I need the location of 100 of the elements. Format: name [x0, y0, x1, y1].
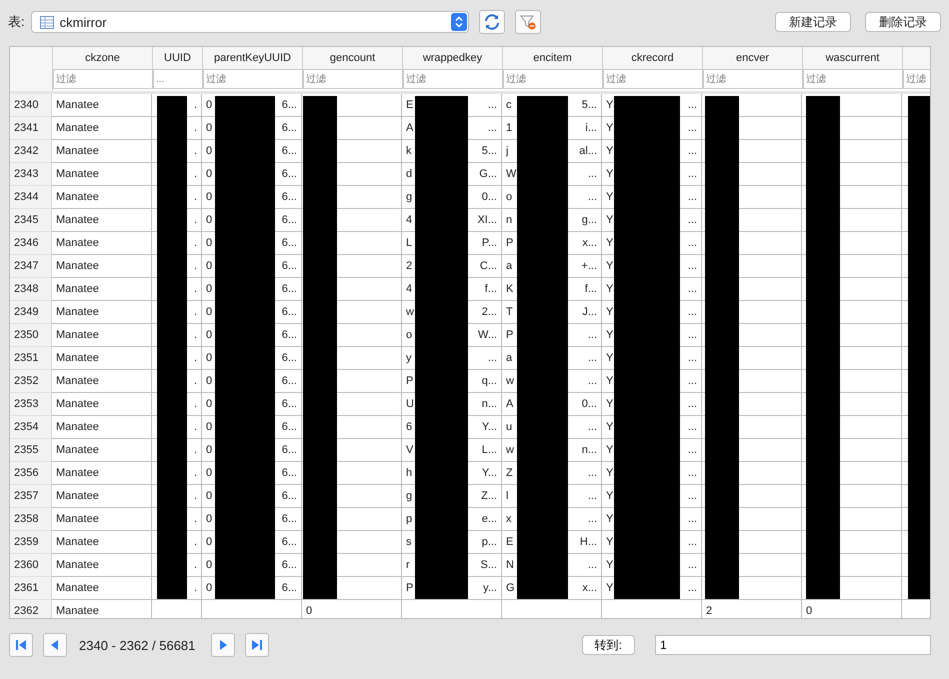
table-cell: Manatee — [56, 582, 99, 594]
delete-record-button[interactable]: 删除记录 — [865, 12, 941, 32]
previous-page-button[interactable] — [43, 633, 67, 657]
clear-filter-button[interactable] — [514, 10, 541, 34]
table-cell: Y — [606, 260, 614, 272]
table-cell: 6... — [282, 536, 297, 548]
row-number: 2351 — [10, 347, 52, 370]
table-cell: T — [506, 306, 513, 318]
table-cell: ... — [588, 490, 597, 502]
table-cell: 6... — [282, 375, 297, 387]
table-cell: 6... — [282, 306, 297, 318]
table-cell: L — [406, 237, 412, 249]
table-cell: . — [194, 306, 197, 318]
table-cell: 6... — [282, 145, 297, 157]
table-cell: P... — [482, 237, 497, 249]
filter-field[interactable]: 过滤 — [503, 69, 603, 89]
table-cell: 6 — [406, 421, 412, 433]
table-cell: Manatee — [56, 559, 99, 571]
table-cell: ... — [588, 168, 597, 180]
table-dropdown[interactable]: ckmirror — [30, 11, 469, 33]
table-cell: G... — [479, 168, 497, 180]
row-number: 2352 — [10, 370, 52, 393]
table-cell: x... — [582, 582, 597, 594]
table-cell: h — [406, 467, 412, 479]
table-cell: 6... — [282, 352, 297, 364]
filter-field[interactable]: 过滤 — [603, 69, 703, 89]
table-cell: Y — [606, 214, 614, 226]
filter-field[interactable]: 过滤 — [303, 69, 403, 89]
table-cell: Y — [606, 444, 614, 456]
new-record-button[interactable]: 新建记录 — [775, 12, 851, 32]
table-cell: k — [406, 145, 412, 157]
table-cell: u — [506, 421, 512, 433]
table-cell: . — [194, 513, 197, 525]
table-cell: Y — [606, 559, 614, 571]
goto-field[interactable]: 1 — [655, 635, 931, 655]
table-cell: ... — [588, 352, 597, 364]
table-cell: ... — [688, 237, 697, 249]
table-cell: 4 — [406, 283, 412, 295]
table-cell: Z... — [481, 490, 497, 502]
first-page-button[interactable] — [9, 633, 33, 657]
table-cell: A — [406, 122, 414, 134]
table-cell: 0 — [206, 467, 212, 479]
table-cell: H... — [580, 536, 597, 548]
table-cell: . — [194, 559, 197, 571]
table-cell: ... — [488, 352, 497, 364]
table-cell: E — [506, 536, 514, 548]
filter-field[interactable]: 过滤 — [703, 69, 803, 89]
table-cell: e... — [482, 513, 497, 525]
row-number: 2353 — [10, 393, 52, 416]
table-cell: ... — [688, 559, 697, 571]
table-cell: 6... — [282, 237, 297, 249]
table-cell: 2... — [482, 306, 497, 318]
filter-field[interactable]: 过滤 — [203, 69, 303, 89]
table-cell: 6... — [282, 260, 297, 272]
refresh-button[interactable] — [478, 10, 505, 34]
table-cell: 5... — [582, 99, 597, 111]
table-cell: ... — [588, 467, 597, 479]
table-cell: +... — [581, 260, 597, 272]
table-cell: 0 — [206, 306, 212, 318]
last-page-button[interactable] — [245, 633, 270, 657]
table-cell: 0... — [582, 398, 597, 410]
table-cell: Manatee — [56, 421, 99, 433]
table-cell: ... — [688, 513, 697, 525]
table-cell: w — [506, 375, 514, 387]
table-cell: Y — [606, 467, 614, 479]
table-cell: Y — [606, 513, 614, 525]
filter-field[interactable]: 过滤 — [53, 69, 153, 89]
table-cell: j — [506, 145, 508, 157]
table-cell: Manatee — [56, 352, 99, 364]
table-cell: 0 — [206, 490, 212, 502]
table-cell: 0 — [206, 260, 212, 272]
table-cell: Y — [606, 490, 614, 502]
previous-icon — [50, 639, 60, 651]
table-cell: G — [506, 582, 515, 594]
table-cell: 0 — [206, 444, 212, 456]
table-cell: Y — [606, 421, 614, 433]
table-cell: 0 — [206, 99, 212, 111]
next-page-button[interactable] — [211, 633, 236, 657]
table-cell: ... — [588, 191, 597, 203]
goto-button[interactable]: 转到: — [582, 635, 635, 655]
row-number: 2350 — [10, 324, 52, 347]
table-cell: 0 — [206, 536, 212, 548]
table-cell: ... — [688, 99, 697, 111]
table-cell: Y — [606, 145, 614, 157]
table-cell: w — [406, 306, 414, 318]
table-cell: 1 — [506, 122, 512, 134]
row-number: 2349 — [10, 301, 52, 324]
row-number: 2355 — [10, 439, 52, 462]
filter-field[interactable]: 过滤 — [803, 69, 903, 89]
table-cell: Y — [606, 168, 614, 180]
filter-clear-icon — [520, 14, 536, 30]
table-cell: Manatee — [56, 444, 99, 456]
filter-field[interactable]: 过滤 — [903, 69, 930, 89]
table-cell: Y — [606, 191, 614, 203]
table-icon — [40, 16, 54, 28]
table-cell: Manatee — [56, 306, 99, 318]
filter-field[interactable]: ... — [153, 69, 203, 89]
row-number: 2359 — [10, 531, 52, 554]
table-cell: ... — [688, 306, 697, 318]
filter-field[interactable]: 过滤 — [403, 69, 503, 89]
